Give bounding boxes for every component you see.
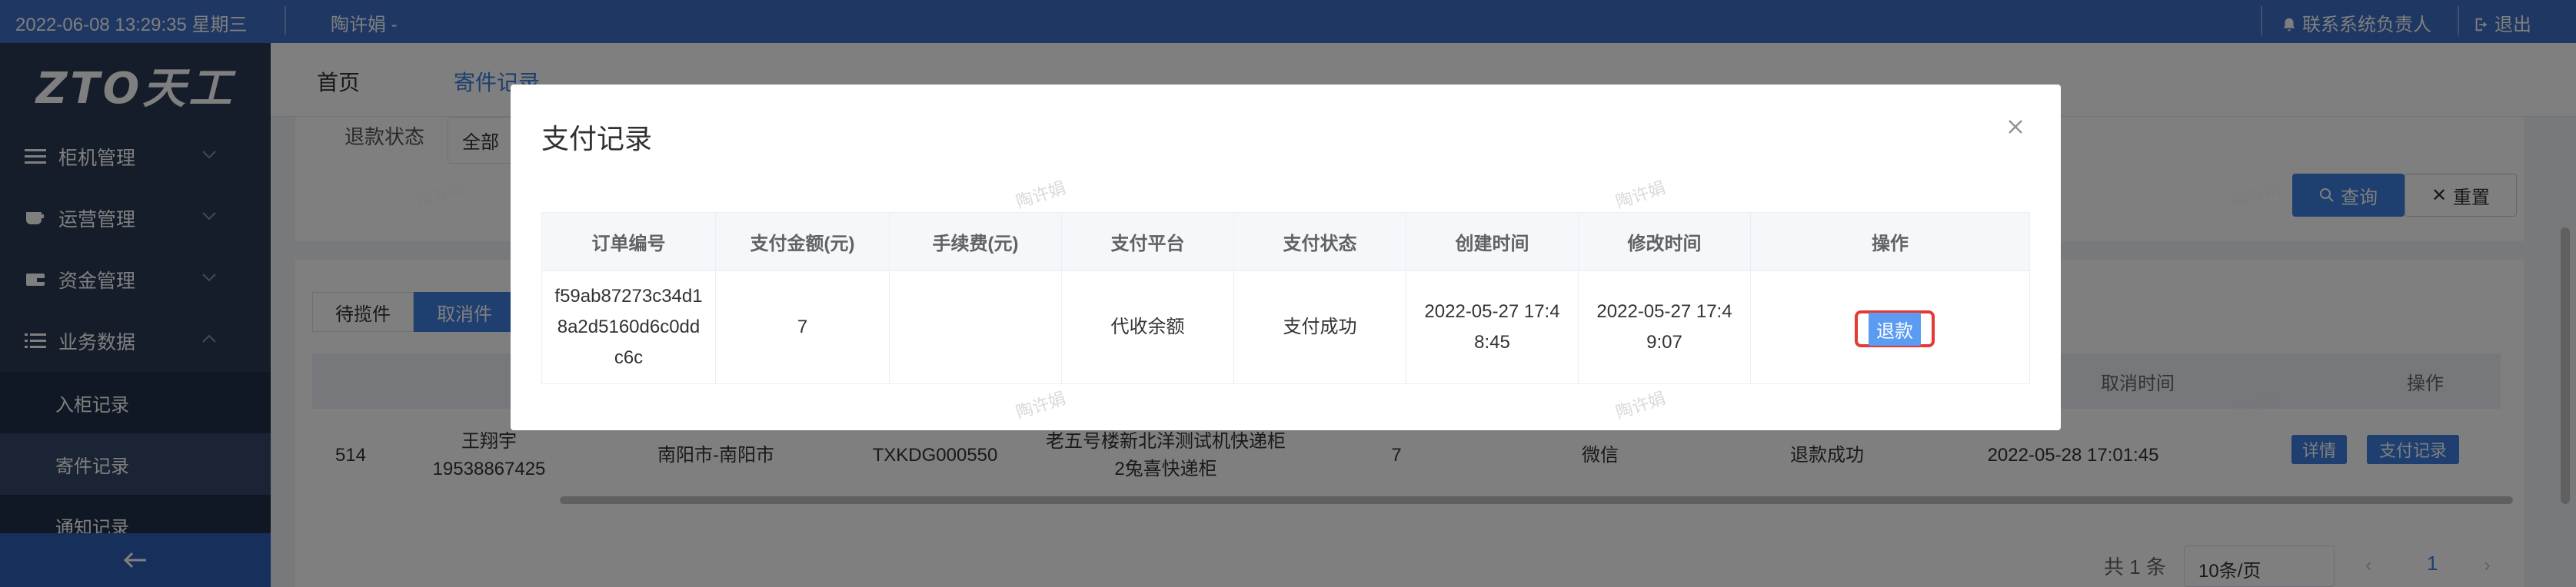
cell-modified: 2022-05-27 17:49:07 bbox=[1579, 271, 1751, 383]
col-created: 创建时间 bbox=[1406, 213, 1579, 271]
col-order-no: 订单编号 bbox=[542, 213, 716, 271]
payment-record-dialog: 支付记录 订单编号 支付金额(元) 手续费(元) 支付平台 支付状态 创建时间 … bbox=[511, 85, 2061, 430]
refund-button[interactable]: 退款 bbox=[1869, 312, 1921, 346]
close-icon[interactable] bbox=[2007, 118, 2024, 135]
refund-highlight: 退款 bbox=[1855, 310, 1935, 347]
cell-created: 2022-05-27 17:48:45 bbox=[1406, 271, 1579, 383]
dialog-title: 支付记录 bbox=[541, 123, 653, 154]
cell-amount: 7 bbox=[716, 271, 890, 383]
cell-platform: 代收余额 bbox=[1062, 271, 1234, 383]
cell-order-no: f59ab87273c34d18a2d5160d6c0ddc6c bbox=[542, 271, 716, 383]
col-modified: 修改时间 bbox=[1579, 213, 1751, 271]
col-fee: 手续费(元) bbox=[890, 213, 1062, 271]
cell-status: 支付成功 bbox=[1234, 271, 1406, 383]
col-action: 操作 bbox=[1751, 213, 2029, 271]
col-platform: 支付平台 bbox=[1062, 213, 1234, 271]
col-status: 支付状态 bbox=[1234, 213, 1406, 271]
cell-fee bbox=[890, 271, 1062, 383]
col-amount: 支付金额(元) bbox=[716, 213, 890, 271]
payment-record-table: 订单编号 支付金额(元) 手续费(元) 支付平台 支付状态 创建时间 修改时间 … bbox=[541, 212, 2030, 384]
